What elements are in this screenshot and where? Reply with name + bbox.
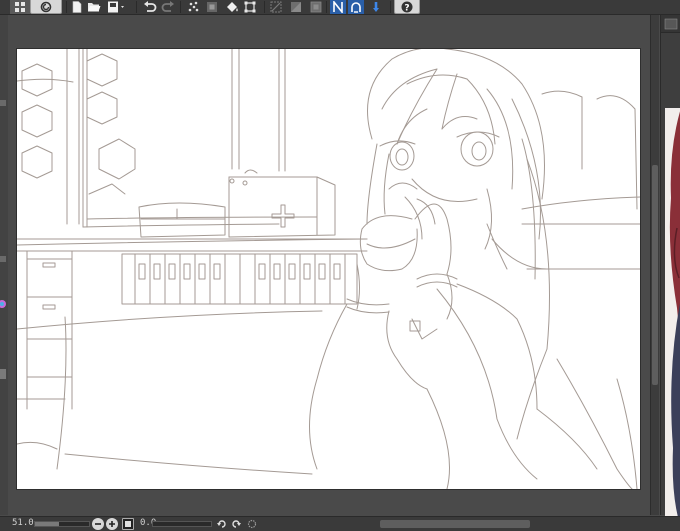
save-file-icon[interactable] [106,0,128,14]
reset-rotation-icon[interactable] [246,518,258,530]
app-logo-icon[interactable] [30,0,62,14]
redo-icon[interactable] [160,0,176,14]
layout-menu-icon[interactable] [10,0,30,14]
deselect-icon[interactable] [268,0,284,14]
clear-outside-icon[interactable] [204,0,220,14]
open-file-icon[interactable] [86,0,102,14]
rotation-slider[interactable] [152,521,212,527]
zoom-out-icon[interactable] [92,518,104,530]
show-selection-icon[interactable] [308,0,324,14]
navigator-preview[interactable] [665,108,680,528]
command-bar: ? [0,0,680,15]
status-bar: 51.0 0.0 [0,516,680,531]
svg-text:?: ? [404,3,409,13]
rotate-right-icon[interactable] [230,518,242,530]
zoom-in-icon[interactable] [106,518,118,530]
transform-icon[interactable] [242,0,258,14]
fill-icon[interactable] [224,0,240,14]
invert-selection-icon[interactable] [288,0,304,14]
left-panel-edge [0,15,8,515]
scrollbar-thumb[interactable] [652,165,658,385]
rotate-left-icon[interactable] [216,518,228,530]
sketch-artwork [17,49,640,489]
zoom-slider[interactable] [34,521,90,527]
panel-header [661,15,680,33]
vertical-scrollbar[interactable] [650,15,659,515]
snap-ruler-icon[interactable] [330,0,346,14]
snap-grid-icon[interactable] [368,0,384,14]
undo-icon[interactable] [142,0,158,14]
drawing-canvas[interactable] [16,48,641,490]
horizontal-scrollbar[interactable] [380,520,530,528]
navigator-panel [660,15,680,528]
help-icon[interactable]: ? [394,0,420,14]
new-file-icon[interactable] [70,0,84,14]
fit-to-window-icon[interactable] [122,518,134,530]
app-window: ? 51.0 0.0 [0,0,680,531]
zoom-value: 51.0 [12,518,34,528]
clear-icon[interactable] [186,0,202,14]
snap-special-ruler-icon[interactable] [348,0,364,14]
